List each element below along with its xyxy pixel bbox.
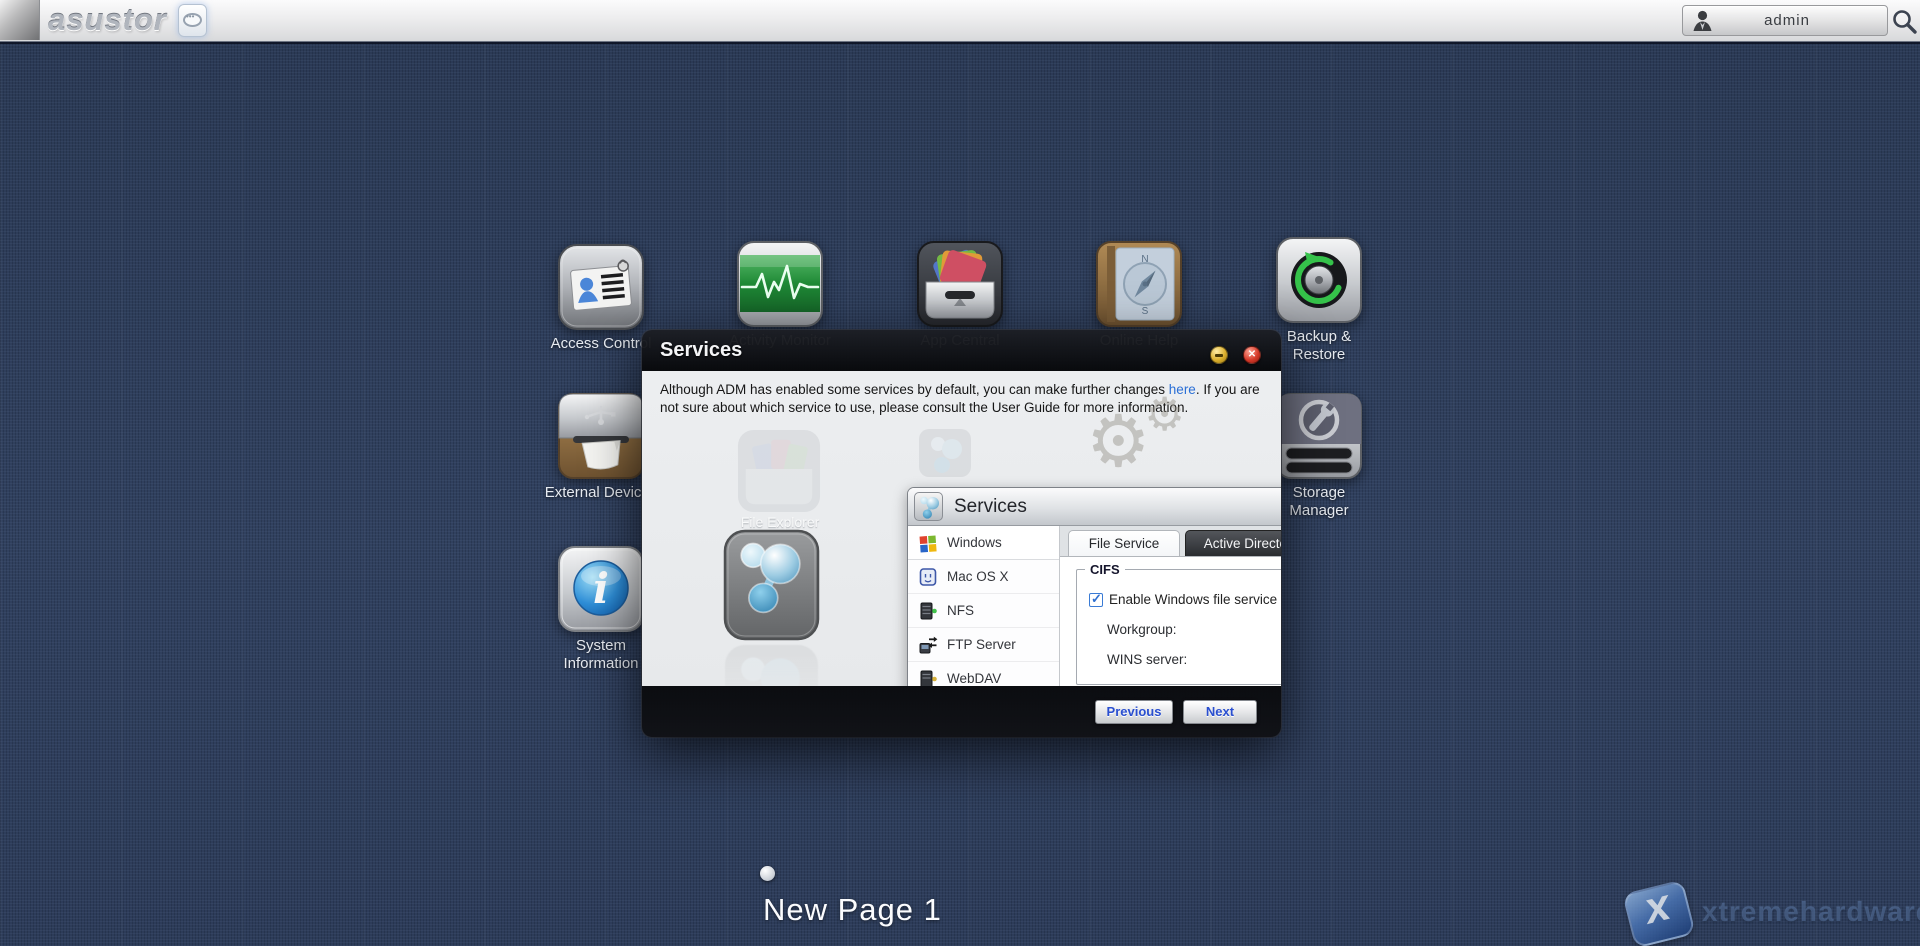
svg-text:S: S bbox=[1142, 306, 1149, 317]
services-logo bbox=[723, 529, 820, 641]
sidebar-item-mac-os-x[interactable]: Mac OS X bbox=[908, 560, 1059, 594]
app-system-information[interactable]: i System Information bbox=[557, 545, 645, 638]
services-logo-reflection bbox=[723, 643, 820, 686]
services-window-icon bbox=[914, 492, 943, 521]
services-main-panel: File Service Active Directory CIFS Enabl… bbox=[1060, 526, 1281, 686]
sidebar-item-label: FTP Server bbox=[947, 637, 1016, 652]
search-button[interactable] bbox=[1890, 7, 1918, 35]
user-name: admin bbox=[1713, 12, 1861, 29]
file-explorer-ghost-icon bbox=[736, 428, 822, 514]
sidebar-item-label: NFS bbox=[947, 603, 974, 618]
dialog-footer: Previous Next bbox=[642, 686, 1281, 737]
sidebar-item-label: Mac OS X bbox=[947, 569, 1009, 584]
services-tabs: File Service Active Directory bbox=[1060, 530, 1281, 556]
services-ghost-icon bbox=[918, 428, 972, 478]
sidebar-item-ftp-server[interactable]: FTP Server bbox=[908, 628, 1059, 662]
tab-file-service[interactable]: File Service bbox=[1068, 530, 1180, 556]
close-icon[interactable] bbox=[1243, 346, 1261, 364]
file-service-panel: CIFS Enable Windows file service Workgro… bbox=[1060, 556, 1281, 686]
services-window-titlebar: Services bbox=[908, 488, 1281, 526]
next-button[interactable]: Next bbox=[1183, 700, 1257, 724]
page-indicator-dot[interactable] bbox=[760, 866, 775, 881]
settings-gears-ghost-icon: ⚙⚙ bbox=[1086, 399, 1151, 483]
app-external-devices[interactable]: External Devices bbox=[557, 392, 645, 485]
wins-server-label: WINS server: bbox=[1107, 652, 1187, 667]
external-devices-icon bbox=[557, 392, 645, 480]
services-app-window: Services Windows bbox=[907, 487, 1281, 686]
chat-bubble-icon bbox=[183, 13, 202, 27]
user-avatar-icon bbox=[1692, 9, 1713, 32]
notification-chat-button[interactable] bbox=[178, 4, 207, 37]
user-menu-button[interactable]: admin bbox=[1682, 5, 1888, 36]
watermark-text: xtremehardware.it bbox=[1702, 896, 1920, 928]
file-explorer-ghost-label: File Explorer bbox=[720, 514, 840, 530]
page-title: New Page 1 bbox=[763, 892, 942, 928]
app-storage-manager[interactable]: Storage Manager bbox=[1275, 392, 1363, 485]
cifs-legend: CIFS bbox=[1085, 562, 1125, 577]
activity-monitor-icon bbox=[736, 240, 824, 328]
minimize-icon[interactable] bbox=[1210, 346, 1228, 364]
app-online-help[interactable]: N S Online Help bbox=[1095, 240, 1183, 333]
app-backup-restore[interactable]: Backup & Restore bbox=[1275, 236, 1363, 329]
windows-logo-icon bbox=[918, 533, 938, 553]
services-sidebar: Windows Mac OS X bbox=[908, 526, 1060, 686]
watermark: xtremehardware.it bbox=[1620, 884, 1920, 946]
ftp-server-icon bbox=[918, 635, 938, 655]
previous-button[interactable]: Previous bbox=[1095, 700, 1173, 724]
dialog-titlebar: Services bbox=[642, 330, 1281, 371]
top-bar: asustor admin bbox=[0, 0, 1920, 42]
enable-windows-file-service-checkbox[interactable] bbox=[1089, 593, 1103, 607]
svg-text:N: N bbox=[1141, 254, 1148, 265]
search-icon bbox=[1890, 7, 1918, 35]
dialog-title: Services bbox=[660, 330, 742, 371]
app-access-control[interactable]: Access Control bbox=[557, 243, 645, 336]
sidebar-item-webdav[interactable]: WebDAV bbox=[908, 662, 1059, 686]
backup-restore-icon bbox=[1275, 236, 1363, 324]
app-central-icon bbox=[916, 240, 1004, 328]
svg-text:i: i bbox=[593, 564, 609, 613]
sidebar-item-label: WebDAV bbox=[947, 671, 1001, 686]
workgroup-label: Workgroup: bbox=[1107, 622, 1177, 637]
system-information-icon: i bbox=[557, 545, 645, 633]
sidebar-item-label: Windows bbox=[947, 535, 1002, 550]
asustor-logo: asustor bbox=[48, 2, 167, 38]
webdav-server-icon bbox=[918, 669, 938, 687]
xtremehardware-logo-icon bbox=[1622, 879, 1696, 946]
app-activity-monitor[interactable]: Activity Monitor bbox=[736, 240, 824, 333]
corner-tab bbox=[0, 0, 40, 40]
tab-active-directory[interactable]: Active Directory bbox=[1185, 530, 1281, 556]
sidebar-item-windows[interactable]: Windows bbox=[908, 526, 1059, 560]
cifs-fieldset: CIFS Enable Windows file service Workgro… bbox=[1076, 569, 1281, 685]
access-control-icon bbox=[557, 243, 645, 331]
checkbox-label: Enable Windows file service bbox=[1109, 592, 1277, 607]
services-wizard-dialog: Services Although ADM has enabled some s… bbox=[642, 330, 1281, 737]
app-app-central[interactable]: App Central bbox=[916, 240, 1004, 333]
sidebar-item-nfs[interactable]: NFS bbox=[908, 594, 1059, 628]
dialog-body: Although ADM has enabled some services b… bbox=[642, 371, 1281, 686]
app-label: System Information bbox=[545, 637, 657, 672]
services-window-title: Services bbox=[954, 488, 1027, 525]
storage-manager-icon bbox=[1275, 392, 1363, 480]
nfs-server-icon bbox=[918, 601, 938, 621]
mac-icon bbox=[918, 567, 938, 587]
online-help-icon: N S bbox=[1095, 240, 1183, 328]
description-text: Although ADM has enabled some services b… bbox=[660, 382, 1169, 397]
